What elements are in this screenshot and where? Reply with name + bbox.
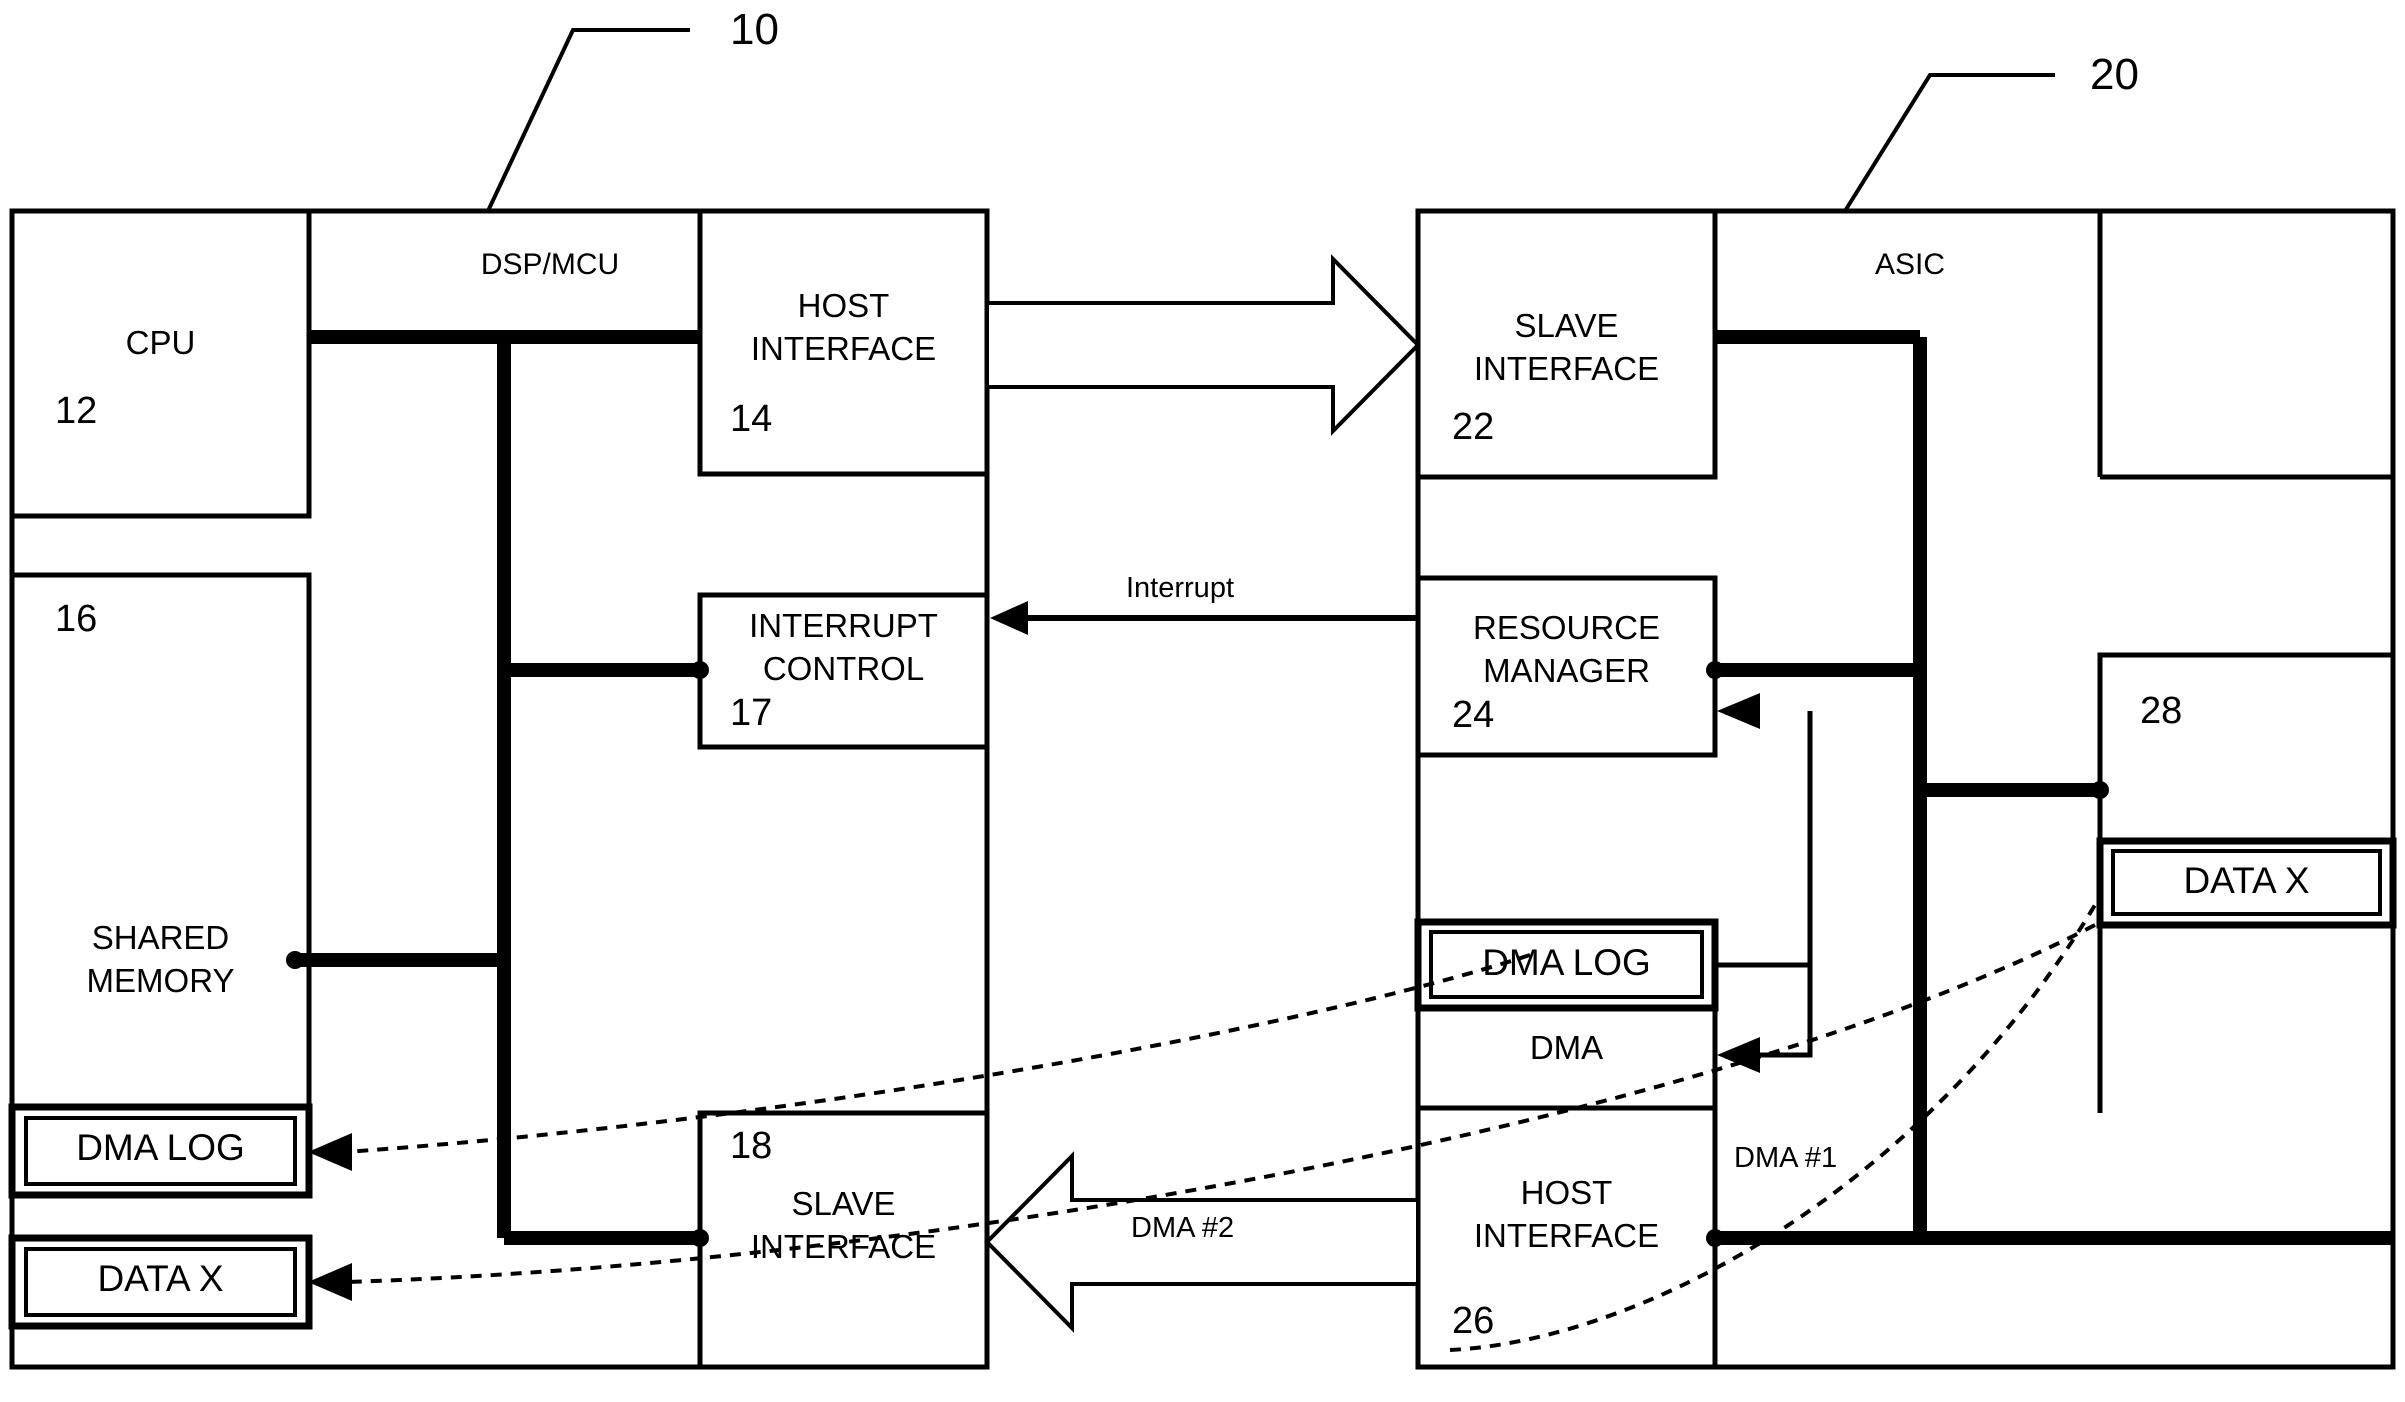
shared-memory-ref: 16 [55,598,98,640]
host-interface-26-line1: HOST [1520,1174,1613,1211]
patent-figure: 10 DSP/MCU CPU 12 16 SHARED MEMORY DMA L… [0,0,2405,1402]
shared-memory-label-line2: MEMORY [86,962,235,999]
resource-manager-ref: 24 [1452,694,1495,736]
lead-line-10 [486,28,690,212]
asic-title: ASIC [1874,248,1946,281]
dma-log-to-rm-line [1715,711,1813,968]
rm-to-dma-line [1730,965,1813,1058]
datax-arrow-head [308,1263,352,1301]
cpu-block-outline [9,208,312,519]
reference-10: 10 [730,5,779,54]
cpu-ref: 12 [55,390,98,432]
interrupt-label: Interrupt [1126,572,1234,604]
dsp-mcu-title: DSP/MCU [480,248,620,281]
asic-memory-28-ref: 28 [2140,690,2183,732]
slave-interface-18-line2: INTERFACE [750,1228,937,1265]
cpu-label: CPU [125,324,196,361]
asic-dma-log-label: DMA LOG [1482,942,1651,983]
interrupt-control-ref: 17 [730,692,773,734]
slave-interface-22-ref: 22 [1452,406,1495,448]
slave-interface-18-line1: SLAVE [791,1185,896,1222]
host-interface-26-line2: INTERFACE [1473,1217,1660,1254]
interrupt-arrow-head [990,601,1028,635]
asic-bus-junction-mem28 [2091,781,2109,799]
left-dma-log-label: DMA LOG [76,1127,245,1168]
reference-20: 20 [2090,50,2139,99]
dma2-label: DMA #2 [1131,1212,1235,1244]
asic-dma-label: DMA [1529,1029,1604,1066]
slave-interface-22-line2: INTERFACE [1473,350,1660,387]
dma2-dashed-curve-log [344,953,1531,1154]
right-data-x-label: DATA X [2183,860,2310,901]
interrupt-control-line2: CONTROL [762,650,925,687]
dma-log-to-rm-arrow [1717,693,1760,729]
host-interface-14-line2: INTERFACE [750,330,937,367]
dma1-label: DMA #1 [1734,1142,1838,1174]
slave-interface-18-ref: 18 [730,1125,773,1167]
host-interface-14-ref: 14 [730,398,773,440]
host-interface-26-ref: 26 [1452,1300,1495,1342]
dma2-arrow-head-log [308,1133,352,1171]
slave-interface-22-line1: SLAVE [1514,307,1619,344]
arrow-host-to-slave [985,254,1421,436]
lead-line-20 [1843,73,2055,213]
resource-manager-line2: MANAGER [1483,652,1650,689]
diagram-lines [8,28,2397,1370]
interrupt-control-line1: INTERRUPT [749,607,938,644]
shared-memory-label-line1: SHARED [91,919,230,956]
rm-to-dma-arrow [1717,1037,1760,1073]
resource-manager-line1: RESOURCE [1472,609,1661,646]
left-data-x-label: DATA X [97,1258,224,1299]
host-interface-14-line1: HOST [797,287,890,324]
asic-memory-28-outline [2097,652,2396,844]
shared-memory-outline [9,572,312,1110]
